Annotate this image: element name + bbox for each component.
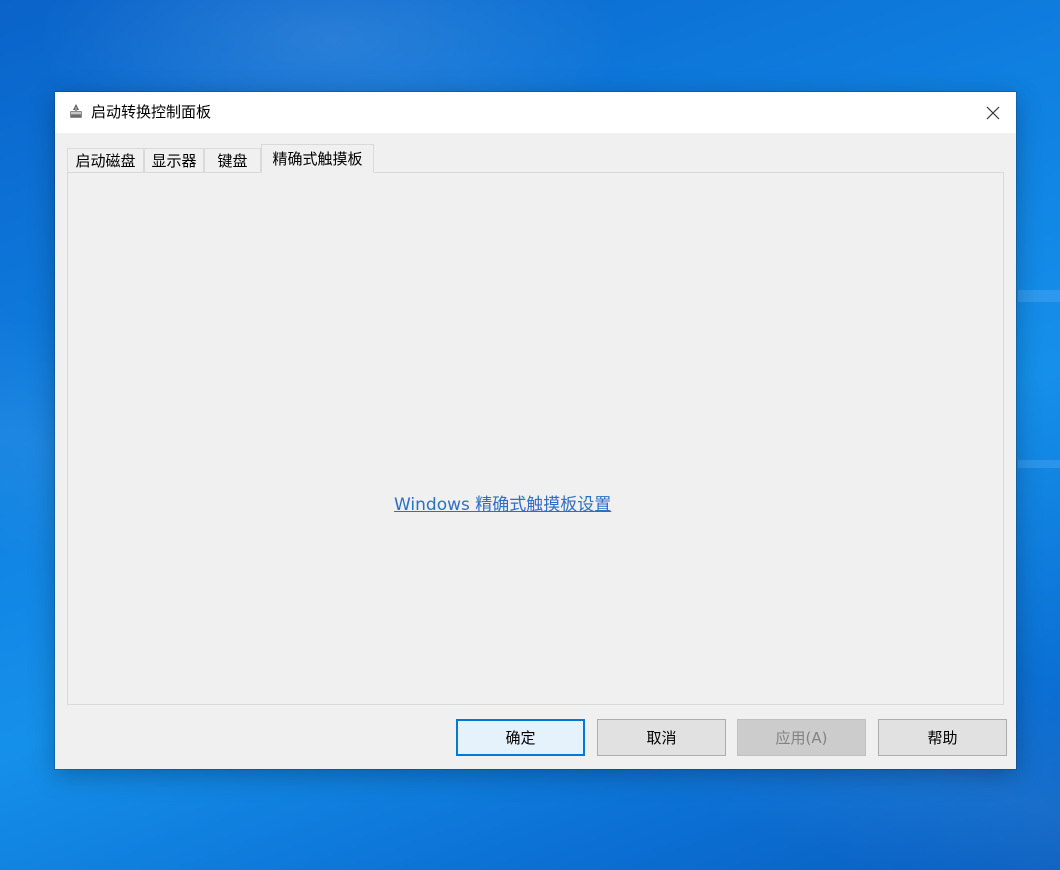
window-title: 启动转换控制面板: [91, 103, 212, 121]
title-bar[interactable]: 启动转换控制面板: [55, 92, 1016, 133]
tab-display[interactable]: 显示器: [144, 148, 204, 172]
tab-keyboard[interactable]: 键盘: [204, 148, 261, 172]
close-icon: [986, 106, 1000, 119]
close-button[interactable]: [970, 92, 1016, 133]
desktop-light-band: [1018, 460, 1060, 468]
desktop-light-band: [1018, 290, 1060, 302]
bootcamp-drive-icon: [70, 104, 82, 118]
help-button[interactable]: 帮助: [878, 719, 1007, 756]
apply-button[interactable]: 应用(A): [737, 719, 866, 756]
precision-touchpad-settings-link[interactable]: Windows 精确式触摸板设置: [394, 490, 611, 515]
tab-precision-touchpad[interactable]: 精确式触摸板: [261, 144, 374, 173]
bootcamp-control-panel-dialog: 启动转换控制面板 启动磁盘 显示器 键盘 精确式触摸板 Windows 精确式触…: [55, 92, 1016, 769]
cancel-button[interactable]: 取消: [597, 719, 726, 756]
tab-startup-disk[interactable]: 启动磁盘: [67, 148, 144, 172]
ok-button[interactable]: 确定: [456, 719, 585, 756]
tab-panel-precision-touchpad: Windows 精确式触摸板设置: [67, 172, 1004, 705]
